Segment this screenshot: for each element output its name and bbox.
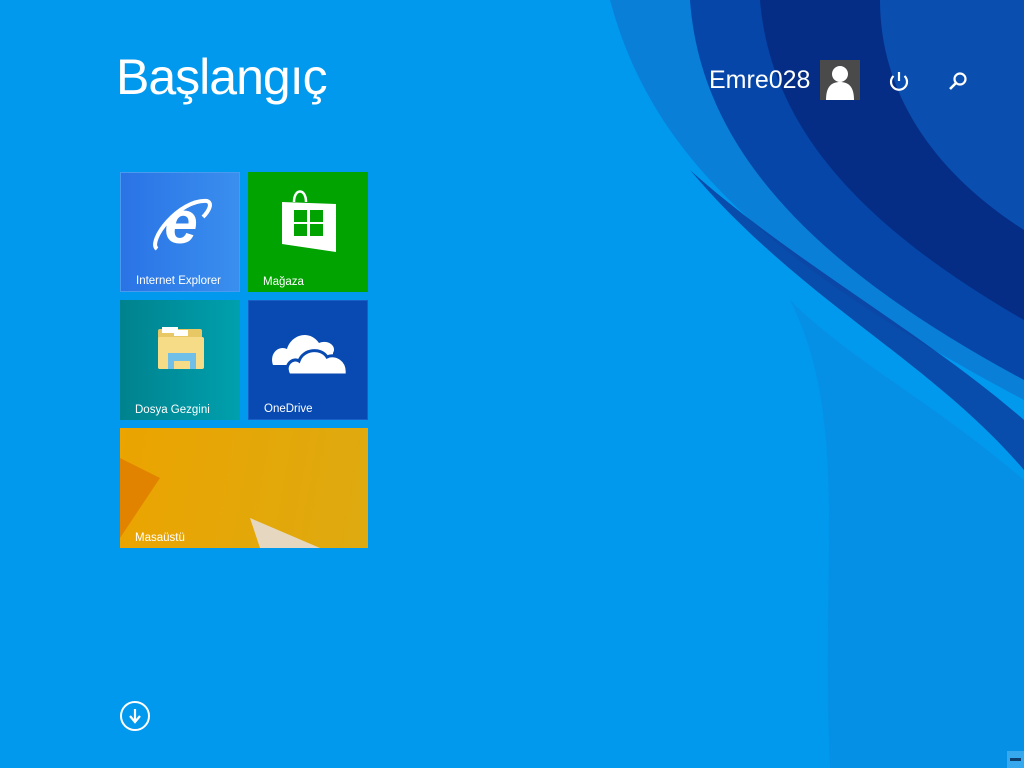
file-explorer-folder-icon bbox=[158, 327, 204, 369]
user-silhouette-icon bbox=[826, 66, 854, 100]
search-button[interactable] bbox=[943, 66, 973, 96]
arrow-down-icon bbox=[129, 709, 141, 724]
semantic-zoom-button[interactable] bbox=[1007, 751, 1024, 768]
tile-label: Mağaza bbox=[263, 276, 304, 288]
all-apps-button[interactable] bbox=[120, 701, 150, 731]
user-name[interactable]: Emre028 bbox=[709, 66, 810, 95]
tile-label: Masaüstü bbox=[135, 532, 185, 544]
page-title: Başlangıç bbox=[116, 49, 328, 105]
tile-label: Internet Explorer bbox=[136, 275, 222, 287]
tile-file-explorer[interactable]: Dosya Gezgini bbox=[120, 300, 240, 420]
tile-label: Dosya Gezgini bbox=[135, 404, 210, 416]
minus-icon bbox=[1010, 758, 1021, 761]
tile-label: OneDrive bbox=[264, 403, 313, 415]
cloud-icon bbox=[272, 335, 349, 377]
tile-store[interactable]: Mağaza bbox=[248, 172, 368, 292]
svg-text:e: e bbox=[164, 191, 197, 255]
power-button[interactable] bbox=[884, 66, 914, 96]
tile-internet-explorer[interactable]: e Internet Explorer bbox=[120, 172, 240, 292]
tile-desktop[interactable]: Masaüstü bbox=[120, 428, 368, 548]
user-avatar[interactable] bbox=[820, 60, 860, 100]
search-icon bbox=[949, 72, 967, 90]
power-icon bbox=[889, 72, 909, 91]
tile-onedrive[interactable]: OneDrive bbox=[248, 300, 368, 420]
desktop-wallpaper bbox=[120, 458, 320, 548]
internet-explorer-icon: e bbox=[153, 191, 212, 255]
store-bag-icon bbox=[282, 190, 336, 252]
